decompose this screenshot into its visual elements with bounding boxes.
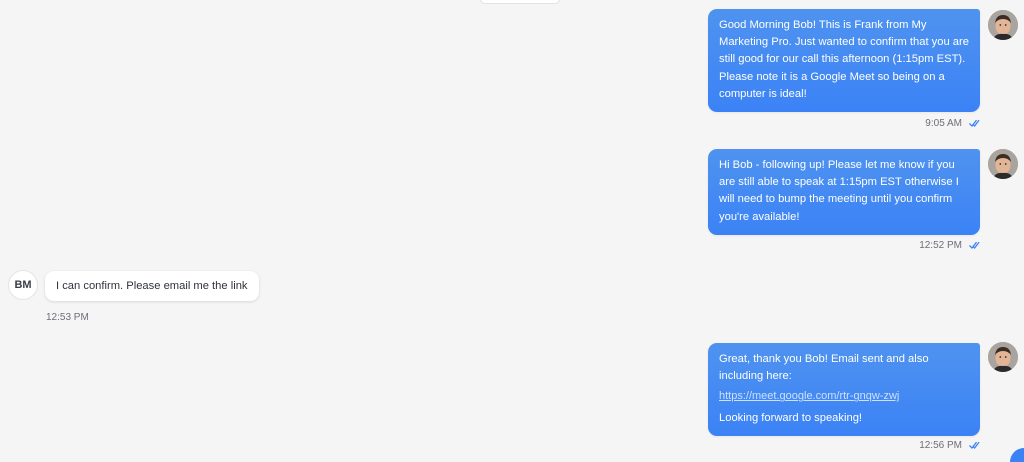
message-text: Good Morning Bob! This is Frank from My … <box>719 19 969 100</box>
meeting-link[interactable]: https://meet.google.com/rtr-gnqw-zwj <box>719 388 969 405</box>
chat-thread: Good Morning Bob! This is Frank from My … <box>0 0 1024 462</box>
message-time: 12:52 PM <box>919 240 962 251</box>
message-time: 9:05 AM <box>925 118 962 129</box>
message-time: 12:56 PM <box>919 440 962 451</box>
double-check-icon <box>969 119 980 127</box>
date-divider-pill <box>480 0 560 4</box>
message-closing-text: Looking forward to speaking! <box>719 411 863 424</box>
message-time: 12:53 PM <box>46 312 89 323</box>
message-text: Hi Bob - following up! Please let me kno… <box>719 159 959 223</box>
incoming-message-bubble: I can confirm. Please email me the link <box>45 271 259 301</box>
sender-avatar[interactable] <box>988 149 1018 179</box>
double-check-icon <box>969 241 980 249</box>
message-meta: 12:52 PM <box>919 240 980 251</box>
double-check-icon <box>969 441 980 449</box>
contact-avatar[interactable]: BM <box>8 270 38 300</box>
message-text: I can confirm. Please email me the link <box>56 280 248 292</box>
message-text: Great, thank you Bob! Email sent and als… <box>719 353 929 383</box>
message-meta: 9:05 AM <box>925 118 980 129</box>
outgoing-message-bubble: Good Morning Bob! This is Frank from My … <box>708 9 980 113</box>
floating-action-button[interactable] <box>1010 448 1024 462</box>
outgoing-message-bubble: Hi Bob - following up! Please let me kno… <box>708 149 980 235</box>
sender-avatar[interactable] <box>988 10 1018 40</box>
sender-avatar[interactable] <box>988 342 1018 372</box>
avatar-photo-icon <box>988 149 1018 179</box>
message-meta: 12:56 PM <box>919 440 980 451</box>
avatar-photo-icon <box>988 10 1018 40</box>
outgoing-message-bubble: Great, thank you Bob! Email sent and als… <box>708 343 980 436</box>
avatar-photo-icon <box>988 342 1018 372</box>
